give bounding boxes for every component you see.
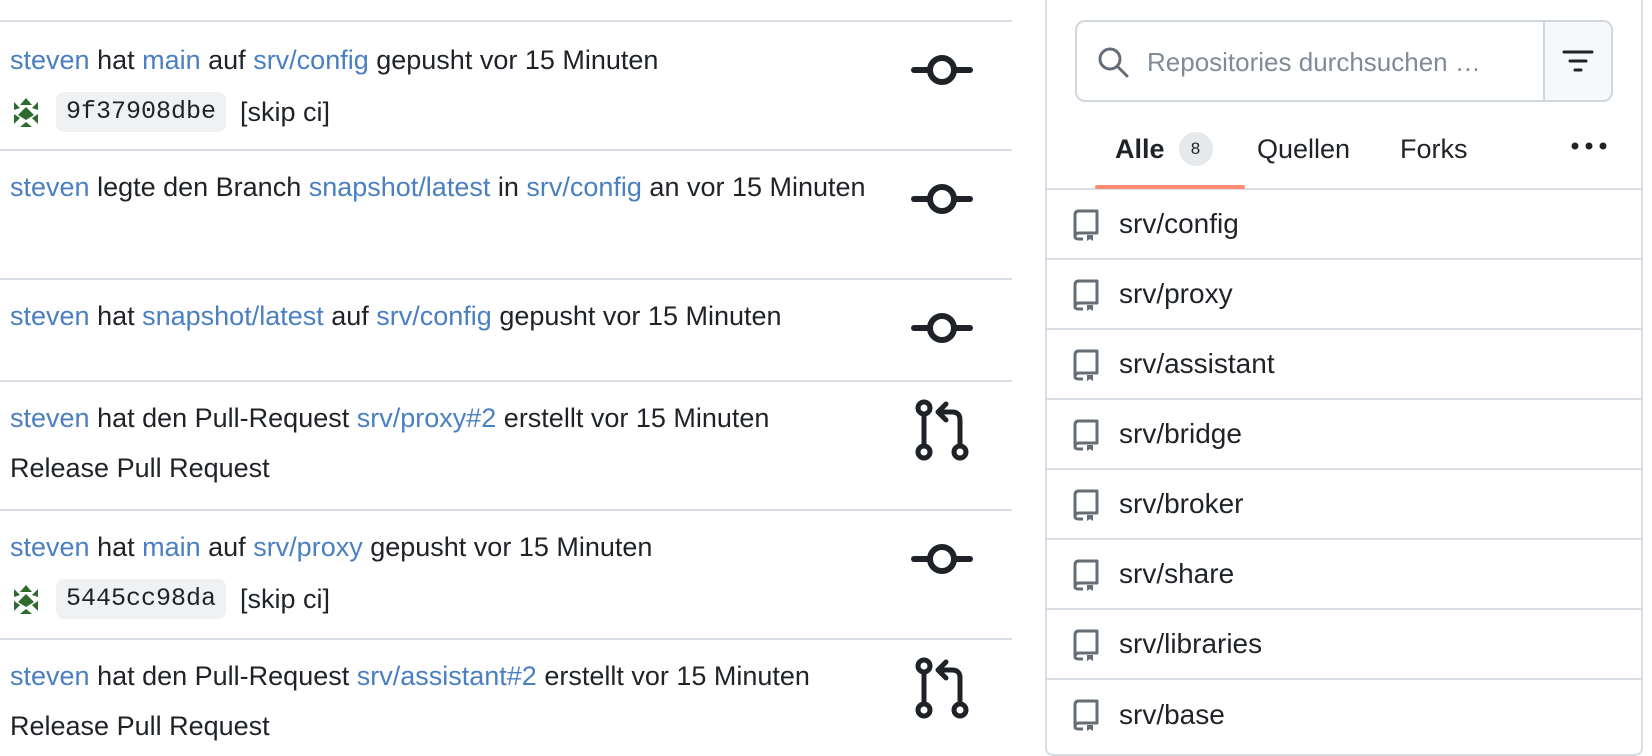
repo-filter-tabs: Alle 8 Quellen Forks	[1047, 110, 1641, 190]
feed-item-text: steven hat den Pull-Request srv/assistan…	[10, 661, 810, 691]
avatar-identicon[interactable]	[10, 96, 42, 128]
filter-button[interactable]	[1543, 22, 1611, 100]
repo-link[interactable]: srv/config	[526, 172, 642, 202]
repo-link[interactable]: srv/base	[1119, 699, 1225, 731]
repo-icon	[1073, 209, 1099, 241]
repo-list-item[interactable]: srv/proxy	[1047, 260, 1641, 330]
feed-item: steven legte den Branch snapshot/latest …	[0, 151, 1012, 280]
commit-sha-link[interactable]: 5445cc98da	[56, 579, 227, 619]
branch-link[interactable]: snapshot/latest	[142, 301, 324, 331]
actor-link[interactable]: steven	[10, 532, 90, 562]
actor-link[interactable]: steven	[10, 403, 90, 433]
actor-link[interactable]: steven	[10, 172, 90, 202]
feed-item: steven hat main auf srv/config gepusht v…	[0, 22, 1012, 151]
more-options-icon[interactable]	[1569, 134, 1609, 158]
commit-row: 5445cc98da [skip ci]	[10, 579, 330, 619]
repo-icon	[1073, 419, 1099, 451]
feed-item-text: steven legte den Branch snapshot/latest …	[10, 172, 866, 202]
repo-link[interactable]: srv/assistant	[1119, 348, 1275, 380]
repo-icon	[1073, 629, 1099, 661]
repo-link[interactable]: srv/share	[1119, 558, 1234, 590]
repo-list-item[interactable]: srv/bridge	[1047, 400, 1641, 470]
pull-request-link[interactable]: srv/proxy#2	[357, 403, 497, 433]
repo-link[interactable]: srv/bridge	[1119, 418, 1242, 450]
repo-list-item[interactable]: srv/libraries	[1047, 610, 1641, 680]
actor-link[interactable]: steven	[10, 45, 90, 75]
commit-sha-link[interactable]: 9f37908dbe	[56, 92, 227, 132]
pull-request-title: Release Pull Request	[10, 453, 270, 483]
feed-item-text: steven hat main auf srv/config gepusht v…	[10, 45, 659, 75]
repo-icon	[1073, 489, 1099, 521]
feed-item-text: steven hat main auf srv/proxy gepusht vo…	[10, 532, 653, 562]
repo-list-item[interactable]: srv/broker	[1047, 470, 1641, 540]
repo-link[interactable]: srv/config	[253, 45, 369, 75]
actor-link[interactable]: steven	[10, 301, 90, 331]
pull-request-icon	[915, 657, 969, 719]
avatar-identicon[interactable]	[10, 583, 42, 615]
branch-link[interactable]: main	[142, 532, 201, 562]
repo-icon	[1073, 559, 1099, 591]
repo-list-item[interactable]: srv/assistant	[1047, 330, 1641, 400]
count-badge: 8	[1178, 132, 1213, 166]
repo-list-item[interactable]: srv/config	[1047, 190, 1641, 260]
repo-link[interactable]: srv/libraries	[1119, 628, 1262, 660]
commit-icon	[911, 184, 973, 214]
feed-item: steven hat snapshot/latest auf srv/confi…	[0, 280, 1012, 382]
commit-icon	[911, 313, 973, 343]
pull-request-title: Release Pull Request	[10, 711, 270, 741]
tab-quellen[interactable]: Quellen	[1257, 110, 1350, 188]
tab-alle[interactable]: Alle 8	[1115, 110, 1213, 188]
repo-link[interactable]: srv/proxy	[1119, 278, 1233, 310]
filter-icon	[1562, 50, 1594, 72]
commit-icon	[911, 544, 973, 574]
feed-item-text: steven hat den Pull-Request srv/proxy#2 …	[10, 403, 770, 433]
commit-message: [skip ci]	[240, 97, 331, 127]
repo-icon	[1073, 349, 1099, 381]
repo-icon	[1073, 279, 1099, 311]
feed-item-text: steven hat snapshot/latest auf srv/confi…	[10, 301, 782, 331]
repository-sidebar: Alle 8 Quellen Forks srv/config srv/prox…	[1045, 0, 1643, 756]
pull-request-link[interactable]: srv/assistant#2	[357, 661, 537, 691]
branch-link[interactable]: snapshot/latest	[309, 172, 491, 202]
pull-request-icon	[915, 399, 969, 461]
feed-item: steven hat den Pull-Request srv/assistan…	[0, 640, 1012, 756]
repo-link[interactable]: srv/config	[376, 301, 492, 331]
activity-feed: steven hat main auf srv/config gepusht v…	[0, 0, 1012, 756]
commit-row: 9f37908dbe [skip ci]	[10, 92, 330, 132]
feed-item: steven hat main auf srv/proxy gepusht vo…	[0, 511, 1012, 640]
commit-message: [skip ci]	[240, 584, 331, 614]
repo-list-item[interactable]: srv/base	[1047, 680, 1641, 750]
repo-link[interactable]: srv/proxy	[253, 532, 363, 562]
search-icon	[1098, 47, 1129, 78]
repo-search	[1075, 20, 1613, 102]
repo-icon	[1073, 699, 1099, 731]
repo-link[interactable]: srv/broker	[1119, 488, 1243, 520]
actor-link[interactable]: steven	[10, 661, 90, 691]
repo-link[interactable]: srv/config	[1119, 208, 1239, 240]
repo-search-input[interactable]	[1145, 36, 1479, 88]
tab-forks[interactable]: Forks	[1400, 110, 1468, 188]
commit-icon	[911, 55, 973, 85]
feed-item: steven hat den Pull-Request srv/proxy#2 …	[0, 382, 1012, 511]
repo-list-item[interactable]: srv/share	[1047, 540, 1641, 610]
active-tab-indicator	[1095, 185, 1245, 189]
repo-list: srv/config srv/proxy srv/assistant srv/b…	[1047, 190, 1641, 750]
branch-link[interactable]: main	[142, 45, 201, 75]
